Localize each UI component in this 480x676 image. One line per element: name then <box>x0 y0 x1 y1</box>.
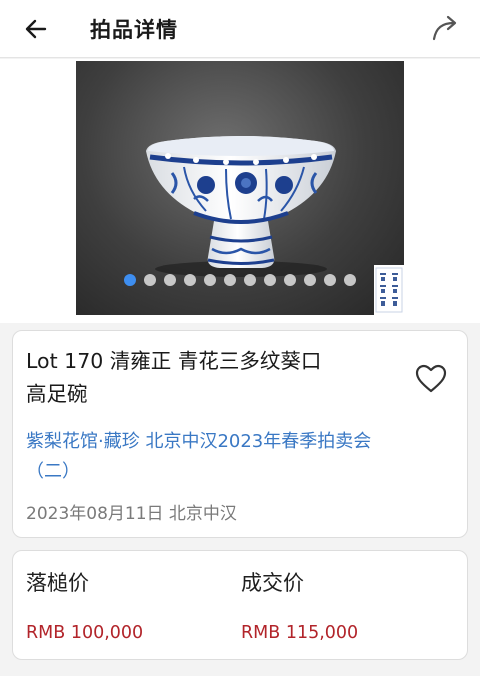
price-card: 落槌价 RMB 100,000 成交价 RMB 115,000 <box>12 550 468 660</box>
lot-title-line-2: 高足碗 <box>26 382 88 406</box>
lot-info-card: Lot 170 清雍正 青花三多纹葵口 高足碗 紫梨花馆·藏珍 北京中汉2023… <box>12 330 468 538</box>
carousel-dot[interactable] <box>284 274 296 286</box>
hammer-price-value: RMB 100,000 <box>26 623 144 643</box>
carousel-dot[interactable] <box>164 274 176 286</box>
carousel-indicators[interactable] <box>124 273 356 287</box>
auction-line-1: 紫梨花馆·藏珍 北京中汉2023年春季拍卖会 <box>26 431 372 452</box>
reign-mark-inset <box>374 265 404 315</box>
lot-title-line-1: Lot 170 清雍正 青花三多纹葵口 <box>26 349 322 373</box>
page-title: 拍品详情 <box>90 18 178 42</box>
carousel-dot[interactable] <box>344 274 356 286</box>
carousel-dot[interactable] <box>124 274 136 286</box>
final-price-label: 成交价 <box>241 571 304 595</box>
auction-date-location: 2023年08月11日 北京中汉 <box>26 504 237 524</box>
hammer-price-label: 落槌价 <box>26 571 89 595</box>
share-button[interactable] <box>428 10 464 46</box>
auction-line-2: （二） <box>26 461 80 482</box>
image-gallery <box>0 59 480 323</box>
favorite-button[interactable] <box>413 361 449 397</box>
carousel-dot[interactable] <box>204 274 216 286</box>
carousel-dot[interactable] <box>244 274 256 286</box>
heart-outline-icon <box>415 364 447 393</box>
final-price-value: RMB 115,000 <box>241 623 359 643</box>
carousel-dot[interactable] <box>324 274 336 286</box>
share-arrow-icon <box>432 15 457 41</box>
back-button[interactable] <box>18 11 54 47</box>
lot-title: Lot 170 清雍正 青花三多纹葵口 高足碗 <box>26 345 398 411</box>
carousel-dot[interactable] <box>184 274 196 286</box>
carousel-dot[interactable] <box>224 274 236 286</box>
carousel-dot[interactable] <box>144 274 156 286</box>
seal-mark-icon <box>375 267 403 313</box>
top-app-bar: 拍品详情 <box>0 0 480 58</box>
arrow-left-icon <box>25 19 47 39</box>
carousel-dot[interactable] <box>304 274 316 286</box>
carousel-dot[interactable] <box>264 274 276 286</box>
auction-session-link[interactable]: 紫梨花馆·藏珍 北京中汉2023年春季拍卖会 （二） <box>26 427 426 487</box>
